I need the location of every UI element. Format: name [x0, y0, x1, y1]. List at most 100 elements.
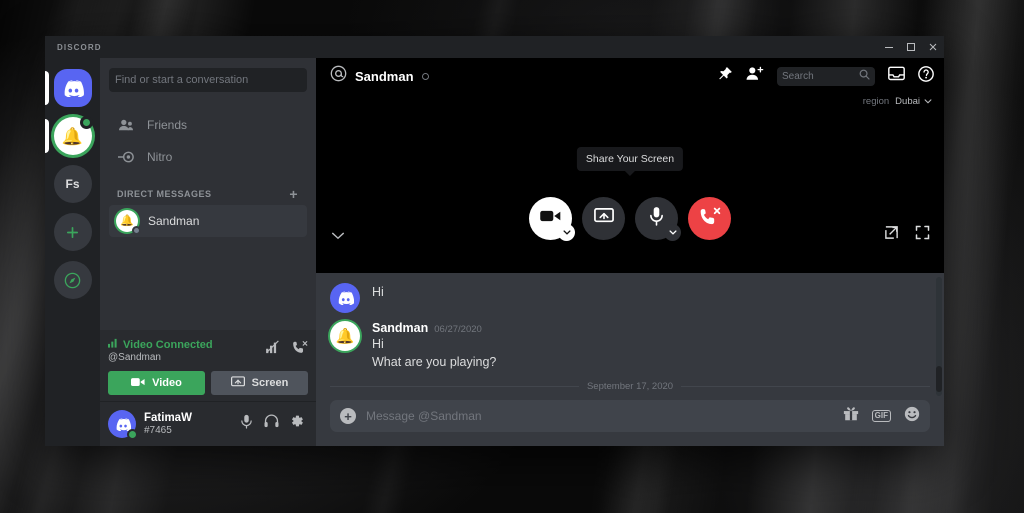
message-text: Hi: [372, 285, 384, 299]
video-button[interactable]: Video: [108, 371, 205, 395]
message-author[interactable]: Sandman: [372, 321, 428, 335]
upload-attachment-button[interactable]: +: [340, 408, 356, 424]
signal-icon[interactable]: [266, 340, 282, 360]
bell-glyph: 🔔: [61, 126, 84, 146]
add-person-icon[interactable]: [746, 66, 764, 86]
inbox-icon[interactable]: [888, 66, 905, 86]
bell-glyph: 🔔: [335, 328, 355, 345]
voice-action-buttons: Video Screen: [108, 371, 308, 395]
message-scrollbar[interactable]: [936, 277, 942, 396]
end-call-button[interactable]: [688, 197, 731, 240]
video-camera-icon: [540, 209, 561, 228]
search-placeholder: Find or start a conversation: [115, 74, 249, 86]
explore-servers-button[interactable]: [45, 256, 100, 304]
status-badge: [421, 72, 429, 80]
selection-pill: [45, 119, 49, 153]
fullscreen-icon[interactable]: [915, 225, 930, 245]
pin-icon[interactable]: [717, 66, 733, 87]
server-initials: Fs: [53, 165, 92, 203]
search-input[interactable]: Find or start a conversation: [109, 68, 307, 92]
selection-pill: [45, 71, 49, 105]
video-options-chevron-icon[interactable]: [558, 224, 575, 241]
video-camera-icon: [131, 377, 145, 390]
toggle-microphone-button[interactable]: [635, 197, 681, 241]
region-value[interactable]: Dubai: [895, 96, 932, 107]
friends-icon: [117, 118, 135, 132]
date-divider: September 17, 2020: [330, 381, 930, 392]
dm-sidebar: Find or start a conversation Friends Nit…: [100, 58, 316, 446]
voice-region-selector[interactable]: region Dubai: [863, 96, 932, 107]
search-container: Find or start a conversation: [100, 58, 316, 102]
user-name: FatimaW: [144, 411, 192, 424]
voice-status-label: Video Connected: [123, 338, 213, 351]
message-input[interactable]: Message @Sandman: [366, 409, 482, 423]
toggle-video-button[interactable]: [529, 197, 575, 241]
discord-window: DISCORD 🔔 Fs Find or start a conversatio…: [45, 36, 944, 446]
discord-logo-icon: [53, 69, 92, 107]
composer-actions: GIF: [843, 406, 920, 427]
message-item-continuation: Hi: [316, 281, 944, 313]
help-icon[interactable]: [918, 65, 934, 87]
chevron-down-icon: [924, 99, 932, 104]
message-text: What are you playing?: [372, 355, 497, 370]
system-message-call-started: FatimaW started a call. Today at 3:39 AM: [316, 394, 944, 400]
video-call-panel: region Dubai Share Your Screen: [316, 94, 944, 273]
gift-icon[interactable]: [843, 406, 859, 426]
message-text: Hi: [372, 337, 384, 351]
status-badge-offline: [132, 226, 141, 235]
sidebar-item-friends[interactable]: Friends: [109, 109, 307, 141]
sidebar-item-sandman-dm[interactable]: 🔔: [45, 112, 100, 160]
sidebar-item-label: Nitro: [147, 150, 173, 164]
popout-icon[interactable]: [884, 225, 899, 245]
add-server-button[interactable]: [45, 208, 100, 256]
window-controls: [878, 36, 944, 58]
user-identity: FatimaW #7465: [144, 412, 192, 437]
minimize-button[interactable]: [878, 36, 900, 58]
header-search-input[interactable]: Search: [777, 66, 875, 86]
channel-header-actions: Search: [717, 65, 934, 87]
share-screen-button[interactable]: [582, 197, 625, 240]
share-screen-tooltip: Share Your Screen: [576, 147, 684, 176]
sidebar-item-label: Friends: [147, 118, 188, 132]
avatar[interactable]: 🔔: [330, 321, 360, 351]
gear-icon[interactable]: [290, 414, 304, 434]
screen-button-label: Screen: [251, 377, 289, 389]
dm-list-item-sandman[interactable]: 🔔 Sandman: [109, 205, 307, 237]
microphone-icon[interactable]: [240, 414, 253, 434]
maximize-button[interactable]: [900, 36, 922, 58]
avatar[interactable]: [330, 283, 360, 313]
message-item: 🔔 Sandman 06/27/2020 Hi What are you pla…: [316, 319, 944, 371]
screen-share-icon: [230, 375, 245, 391]
at-icon: [330, 65, 347, 87]
microphone-options-chevron-icon[interactable]: [664, 224, 681, 241]
voice-channel-label: @Sandman: [108, 352, 161, 363]
search-icon: [859, 69, 870, 83]
scrollbar-thumb[interactable]: [936, 366, 942, 392]
voice-connection-panel: Video Connected @Sandman Video Screen: [100, 330, 316, 401]
close-button[interactable]: [922, 36, 944, 58]
microphone-icon: [649, 206, 664, 231]
region-label: region: [862, 96, 890, 107]
emoji-icon[interactable]: [904, 406, 920, 427]
hangup-icon: [699, 207, 721, 231]
headphones-icon[interactable]: [264, 414, 279, 434]
screen-button[interactable]: Screen: [211, 371, 308, 395]
video-button-label: Video: [152, 377, 182, 389]
avatar: 🔔: [116, 210, 141, 235]
bell-avatar-icon: 🔔: [53, 116, 93, 155]
sidebar-nav: Friends Nitro: [100, 102, 316, 173]
sidebar-item-home[interactable]: [45, 64, 100, 112]
gif-icon[interactable]: GIF: [871, 410, 891, 422]
disconnect-call-icon[interactable]: [292, 340, 308, 360]
call-corner-actions: [884, 225, 930, 245]
avatar[interactable]: [108, 410, 138, 440]
nitro-icon: [117, 150, 135, 164]
sidebar-item-nitro[interactable]: Nitro: [109, 141, 307, 173]
create-dm-button[interactable]: +: [289, 187, 298, 201]
bell-glyph: 🔔: [120, 214, 134, 227]
sidebar-item-fs-server[interactable]: Fs: [45, 160, 100, 208]
message-timestamp: 06/27/2020: [434, 324, 482, 335]
message-input-placeholder: Message @Sandman: [366, 409, 482, 423]
message-composer: + Message @Sandman GIF: [316, 400, 944, 446]
message-list[interactable]: Hi 🔔 Sandman 06/27/2020 Hi What are you …: [316, 273, 944, 400]
